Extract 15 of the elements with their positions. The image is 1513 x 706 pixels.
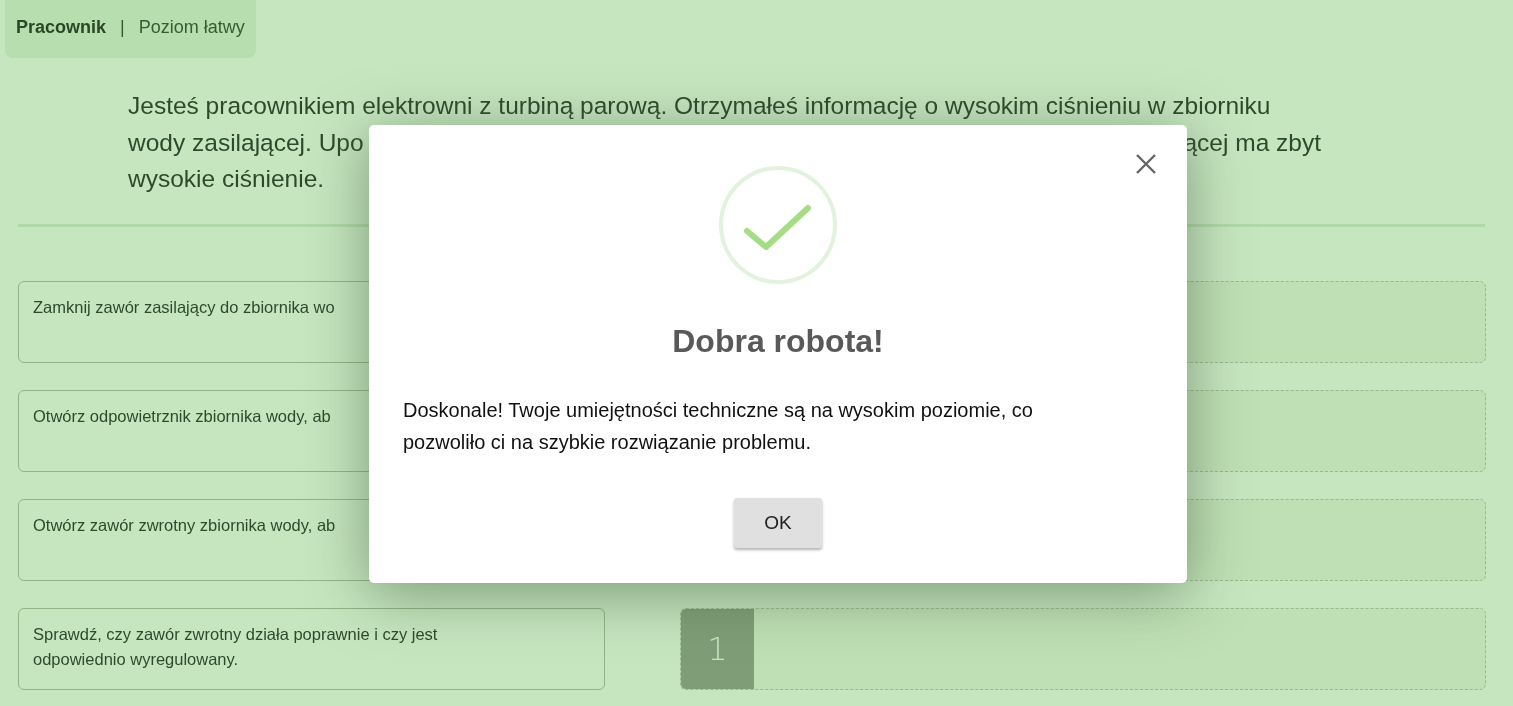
- level-label: Poziom łatwy: [138, 17, 245, 38]
- dialog-title: Dobra robota!: [672, 323, 884, 360]
- check-circle-icon: [718, 165, 838, 285]
- order-number: 1: [681, 608, 754, 689]
- step-text: Otwórz odpowietrznik zbiornika wody, ab: [33, 405, 331, 427]
- step-card[interactable]: Sprawdź, czy zawór zwrotny działa poprawnie i czy jest odpowiednio wyregulowany.: [18, 607, 605, 690]
- intro-text: wysokie ciśnienie.: [128, 164, 325, 194]
- intro-text: Jesteś pracownikiem elektrowni z turbiną parową. Otrzymałeś informację o wysokim ciśnieniu w zbiorniku: [128, 91, 1271, 121]
- separator: |: [120, 17, 125, 38]
- role-label: Pracownik: [16, 17, 107, 38]
- step-text: Zamknij zawór zasilający do zbiornika wo: [33, 296, 335, 318]
- intro-text: wody zasilającej. Upo: [128, 127, 364, 158]
- step-text: Otwórz zawór zwrotny zbiornika wody, ab: [33, 514, 336, 536]
- ok-button[interactable]: OK: [734, 498, 822, 548]
- step-text: Sprawdź, czy zawór zwrotny działa poprawnie i czy jest odpowiednio wyregulowany.: [33, 623, 439, 670]
